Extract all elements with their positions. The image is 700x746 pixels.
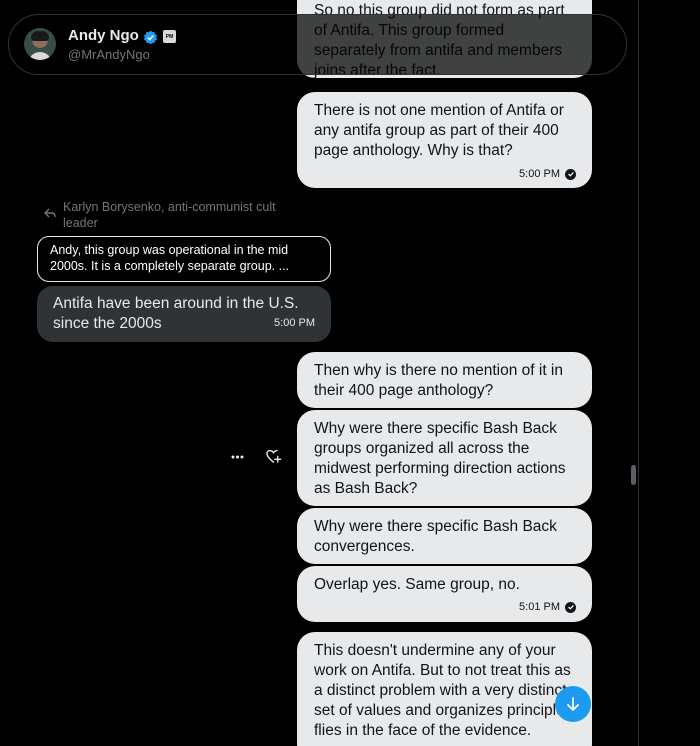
message-text: Overlap yes. Same group, no.	[314, 576, 520, 593]
affiliate-badge-text: PM	[165, 33, 174, 40]
message-bubble-outgoing[interactable]: Then why is there no mention of it in th…	[297, 352, 592, 408]
message-bubble-outgoing[interactable]: Why were there specific Bash Back conver…	[297, 508, 592, 564]
message-text: Antifa have been around in the U.S. sinc…	[53, 295, 299, 332]
reply-to-label: Karlyn Borysenko, anti-communist cult le…	[63, 200, 276, 230]
message-timestamp: 5:01 PM	[519, 601, 560, 613]
reply-arrow-icon	[44, 208, 56, 218]
quoted-message[interactable]: Andy, this group was operational in the …	[37, 236, 331, 282]
message-text: Why were there specific Bash Back conver…	[314, 518, 557, 555]
message-bubble-outgoing[interactable]: There is not one mention of Antifa or an…	[297, 92, 592, 188]
avatar[interactable]	[24, 28, 56, 60]
message-text: Why were there specific Bash Back groups…	[314, 420, 566, 497]
message-bubble-outgoing[interactable]: This doesn't undermine any of your work …	[297, 632, 592, 746]
conversation-header[interactable]: Andy Ngo PM @MrAndyNgo	[8, 14, 627, 75]
message-bubble-outgoing[interactable]: Why were there specific Bash Back groups…	[297, 410, 592, 506]
message-meta: 5:01 PM	[314, 597, 576, 617]
pane-divider	[638, 0, 639, 746]
check-circle-icon	[565, 601, 576, 613]
message-timestamp: 5:00 PM	[274, 317, 315, 329]
contact-name[interactable]: Andy Ngo	[68, 27, 139, 44]
contact-handle: @MrAndyNgo	[68, 47, 150, 62]
more-horizontal-icon[interactable]	[230, 450, 245, 464]
conversation-pane: So no this group did not form as part of…	[0, 0, 638, 746]
message-bubble-outgoing[interactable]: Overlap yes. Same group, no. 5:01 PM	[297, 566, 592, 622]
check-circle-icon	[565, 168, 576, 180]
reply-context: Karlyn Borysenko, anti-communist cult le…	[43, 199, 303, 231]
message-text: This doesn't undermine any of your work …	[314, 642, 573, 739]
affiliate-badge: PM	[163, 30, 176, 43]
message-timestamp: 5:00 PM	[519, 168, 560, 180]
message-bubble-incoming[interactable]: Antifa have been around in the U.S. sinc…	[37, 286, 331, 342]
scroll-to-bottom-button[interactable]	[555, 686, 591, 722]
message-meta: 5:00 PM	[314, 164, 576, 184]
scrollbar-thumb[interactable]	[631, 465, 636, 485]
message-text: There is not one mention of Antifa or an…	[314, 102, 564, 159]
verified-badge-icon	[143, 30, 158, 45]
add-reaction-heart-icon[interactable]	[265, 448, 282, 465]
quoted-message-text: Andy, this group was operational in the …	[50, 243, 290, 273]
arrow-down-icon	[567, 697, 579, 711]
message-text: Then why is there no mention of it in th…	[314, 362, 563, 399]
